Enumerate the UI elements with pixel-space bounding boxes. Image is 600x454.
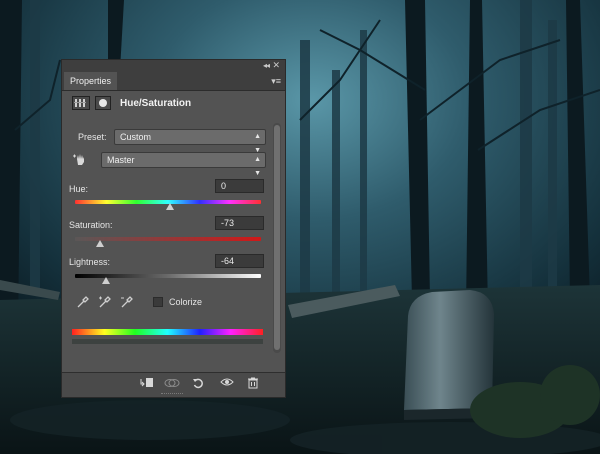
channel-select[interactable]: Master ▲ ▼	[101, 152, 266, 177]
eyedropper-plus-icon[interactable]	[98, 295, 112, 309]
lightness-slider-thumb[interactable]	[102, 277, 110, 284]
hue-slider-thumb[interactable]	[166, 203, 174, 210]
preset-select[interactable]: Custom ▲ ▼	[114, 129, 266, 154]
lightness-input[interactable]: -64	[215, 254, 264, 268]
chevron-updown-icon: ▲ ▼	[254, 156, 261, 177]
eyedropper-icon[interactable]	[76, 295, 90, 309]
output-color-spectrum-bar	[72, 339, 263, 344]
tab-properties[interactable]: Properties	[64, 72, 118, 90]
visibility-eye-icon[interactable]	[217, 376, 237, 392]
eyedropper-minus-icon[interactable]	[120, 295, 134, 309]
lightness-label: Lightness:	[69, 257, 111, 267]
hue-label: Hue:	[69, 184, 89, 194]
targeted-adjustment-hand-icon[interactable]	[72, 150, 90, 168]
layer-mask-icon[interactable]	[95, 96, 111, 110]
clip-to-layer-icon[interactable]	[137, 376, 157, 392]
panel-bottom-toolbar	[62, 372, 285, 397]
panel-top-strip: ◂◂ ✕	[62, 60, 285, 72]
reset-icon[interactable]	[188, 376, 208, 392]
double-chevron-left-icon[interactable]: ◂◂	[263, 61, 270, 70]
view-previous-state-icon[interactable]	[162, 376, 182, 392]
hue-input[interactable]: 0	[215, 179, 264, 193]
panel-scrollbar-thumb[interactable]	[274, 125, 280, 350]
hue-saturation-adjustment-icon[interactable]	[72, 96, 90, 110]
panel-menu-icon[interactable]: ▾≡	[271, 76, 281, 87]
trash-icon[interactable]	[243, 376, 263, 392]
panel-title: Hue/Saturation	[120, 98, 192, 109]
colorize-checkbox[interactable]	[153, 297, 163, 307]
input-color-spectrum-bar	[72, 329, 263, 335]
preset-value: Custom	[120, 132, 152, 142]
close-icon[interactable]: ✕	[272, 60, 280, 71]
saturation-slider-thumb[interactable]	[96, 240, 104, 247]
saturation-label: Saturation:	[69, 220, 113, 230]
saturation-input[interactable]: -73	[215, 216, 264, 230]
preset-label: Preset:	[78, 132, 107, 142]
properties-panel: ◂◂ ✕ Properties ▾≡ Hue/Saturation Preset…	[61, 59, 286, 398]
panel-resize-grip[interactable]	[161, 393, 183, 396]
channel-value: Master	[107, 155, 135, 165]
colorize-label: Colorize	[169, 297, 203, 307]
panel-tab-bar: Properties ▾≡	[62, 72, 285, 91]
